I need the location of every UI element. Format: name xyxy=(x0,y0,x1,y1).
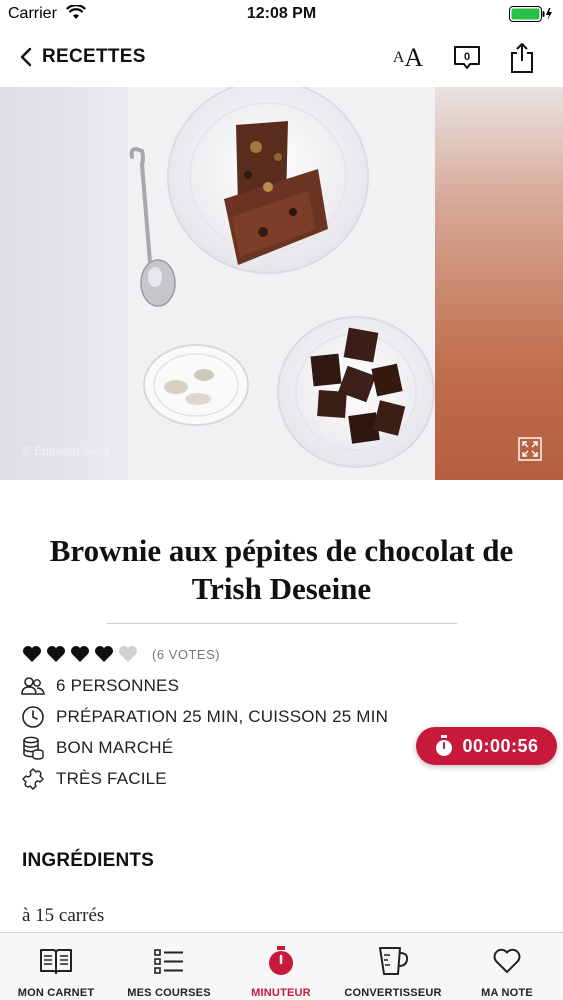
cost-text: BON MARCHÉ xyxy=(56,738,174,757)
difficulty-text: TRÈS FACILE xyxy=(56,769,167,788)
title-divider xyxy=(107,623,457,624)
list-icon xyxy=(153,943,185,979)
clock: 12:08 PM xyxy=(246,5,317,22)
recipe-hero-image: © Edouard Sicot xyxy=(0,87,563,480)
navigation-bar: RECETTES A A 0 xyxy=(0,30,563,86)
share-button[interactable] xyxy=(508,42,536,74)
tab-bar: MON CARNET MES COURSES MINUTEUR CONVERTI… xyxy=(0,932,563,1000)
tab-label: MES COURSES xyxy=(127,987,211,999)
heart-icon xyxy=(492,943,522,979)
brownie-photo xyxy=(129,87,435,468)
time-text: PRÉPARATION 25 MIN, CUISSON 25 MIN xyxy=(56,707,389,726)
tab-label: MA NOTE xyxy=(481,987,533,999)
rating[interactable]: (6 VOTES) xyxy=(22,643,220,665)
difficulty-row: TRÈS FACILE xyxy=(20,766,167,792)
chevron-left-icon xyxy=(20,47,32,67)
tab-label: CONVERTISSEUR xyxy=(344,987,442,999)
heart-rating-empty-icon xyxy=(119,646,137,662)
tab-mon-carnet[interactable]: MON CARNET xyxy=(10,933,102,1000)
tab-label: MON CARNET xyxy=(17,987,95,999)
coins-icon xyxy=(20,735,46,761)
status-bar: Carrier 12:08 PM xyxy=(0,0,563,30)
tab-minuteur[interactable]: MINUTEUR xyxy=(236,933,326,1000)
people-icon xyxy=(20,673,46,699)
tab-ma-note[interactable]: MA NOTE xyxy=(462,933,552,1000)
timer-button[interactable]: 00:00:56 xyxy=(416,727,557,765)
font-size-small-glyph: A xyxy=(392,49,405,66)
puzzle-icon xyxy=(20,766,46,792)
back-button[interactable]: RECETTES xyxy=(20,42,146,72)
timer-value: 00:00:56 xyxy=(462,735,539,756)
heart-rating-icon xyxy=(23,646,41,662)
cost-row: BON MARCHÉ xyxy=(20,735,173,761)
heart-rating-icon xyxy=(95,646,113,662)
photo-credit: © Edouard Sicot xyxy=(22,444,110,458)
votes-count: (6 VOTES) xyxy=(152,646,221,662)
stopwatch-icon xyxy=(436,735,453,756)
comment-count: 0 xyxy=(464,51,470,63)
heart-rating-icon xyxy=(47,646,65,662)
tab-convertisseur[interactable]: CONVERTISSEUR xyxy=(342,933,444,1000)
tab-label: MINUTEUR xyxy=(251,987,311,999)
portion-text: à 15 carrés xyxy=(22,905,105,926)
servings-text: 6 PERSONNES xyxy=(56,676,180,695)
heart-rating-icon xyxy=(71,646,89,662)
font-size-large-glyph: A xyxy=(404,43,424,72)
clock-icon xyxy=(20,704,46,730)
measuring-cup-icon xyxy=(376,943,410,979)
recipe-title: Brownie aux pépites de chocolat de Trish… xyxy=(49,533,514,606)
expand-icon[interactable] xyxy=(518,437,542,461)
tab-mes-courses[interactable]: MES COURSES xyxy=(120,933,218,1000)
share-icon xyxy=(511,43,533,73)
recipe-photo xyxy=(128,87,435,480)
comment-icon: 0 xyxy=(454,46,480,69)
back-label: RECETTES xyxy=(42,46,146,67)
stopwatch-icon xyxy=(267,943,295,979)
battery-icon xyxy=(509,6,552,22)
book-icon xyxy=(38,943,74,979)
ingredients-heading: INGRÉDIENTS xyxy=(22,850,155,871)
servings-row: 6 PERSONNES xyxy=(20,673,179,699)
font-size-button[interactable]: A A xyxy=(390,42,426,74)
time-row: PRÉPARATION 25 MIN, CUISSON 25 MIN xyxy=(20,704,388,730)
comments-button[interactable]: 0 xyxy=(452,42,482,74)
